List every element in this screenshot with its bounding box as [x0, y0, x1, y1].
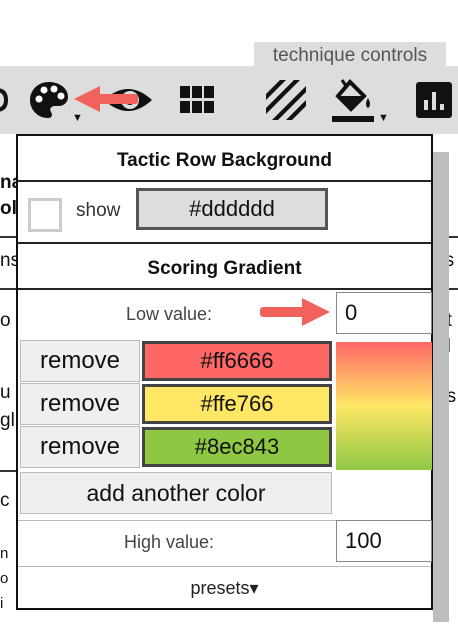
show-checkbox[interactable]: [28, 198, 62, 232]
gradient-color-input[interactable]: #ff6666: [142, 341, 332, 381]
show-label: show: [76, 200, 121, 221]
presets-dropdown[interactable]: presets▾: [18, 578, 431, 599]
annotation-arrow: [74, 84, 140, 114]
gradient-color-input[interactable]: #8ec843: [142, 427, 332, 467]
popup-shadow: [433, 152, 449, 622]
divider: [18, 566, 431, 567]
tactic-row-color-input[interactable]: #dddddd: [136, 188, 328, 230]
grid-icon[interactable]: [180, 86, 214, 114]
fill-bucket-icon[interactable]: [330, 78, 380, 124]
annotation-arrow: [260, 296, 330, 328]
color-setup-popup: Tactic Row Background show #dddddd Scori…: [16, 134, 449, 622]
fill-caret-icon[interactable]: ▼: [378, 112, 389, 124]
remove-color-button[interactable]: remove: [20, 426, 140, 468]
gradient-preview: [336, 342, 432, 470]
remove-color-button[interactable]: remove: [20, 383, 140, 425]
background-text-fragment: ol: [0, 198, 17, 219]
stripes-icon[interactable]: [266, 80, 306, 120]
palette-icon[interactable]: [28, 80, 70, 120]
background-text-fragment: u: [0, 382, 11, 403]
divider: [18, 242, 431, 244]
background-divider: [0, 236, 16, 238]
divider: [18, 288, 431, 290]
high-value-input[interactable]: 100: [336, 520, 432, 562]
high-value-label: High value:: [124, 532, 215, 552]
background-text-fragment: c: [0, 490, 10, 511]
toolbar: ▼ ▼: [0, 66, 458, 134]
background-text-fragment: i: [0, 595, 4, 612]
background-text-fragment: o: [0, 570, 9, 587]
background-text-fragment: gl: [0, 410, 15, 431]
low-value-label: Low value:: [126, 304, 213, 324]
background-text-fragment: n: [0, 545, 9, 562]
background-divider: [0, 470, 16, 472]
scoring-gradient-title: Scoring Gradient: [147, 258, 302, 279]
background-divider: [0, 288, 16, 290]
tactic-row-title: Tactic Row Background: [116, 150, 332, 171]
remove-color-button[interactable]: remove: [20, 340, 140, 382]
divider: [18, 180, 431, 182]
partial-icon[interactable]: [0, 86, 9, 114]
bar-chart-icon[interactable]: [416, 82, 452, 118]
gradient-color-input[interactable]: #ffe766: [142, 384, 332, 424]
background-text-fragment: o: [0, 310, 11, 331]
add-color-button[interactable]: add another color: [20, 472, 332, 514]
low-value-input[interactable]: 0: [336, 292, 432, 334]
